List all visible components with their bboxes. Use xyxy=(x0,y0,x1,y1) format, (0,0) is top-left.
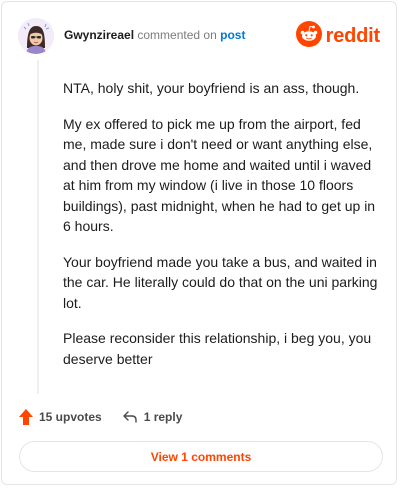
action-text: commented on xyxy=(137,28,217,42)
comment-paragraph: NTA, holy shit, your boyfriend is an ass… xyxy=(63,80,360,96)
comment-paragraph: Please reconsider this relationship, i b… xyxy=(63,330,372,367)
reddit-logo-icon xyxy=(295,20,322,52)
view-comments-button[interactable]: View 1 comments xyxy=(19,441,383,472)
upvote-count: 15 upvotes xyxy=(39,410,102,424)
comment-body: NTA, holy shit, your boyfriend is an ass… xyxy=(63,78,381,384)
avatar[interactable] xyxy=(18,18,54,54)
comment-paragraph: Your boyfriend made you take a bus, and … xyxy=(63,253,378,311)
reply-count: 1 reply xyxy=(143,410,183,424)
reply-button[interactable]: 1 reply xyxy=(122,410,183,424)
thread-line xyxy=(37,60,39,394)
reply-arrow-icon xyxy=(122,410,144,424)
comment-footer: 15 upvotes 1 reply xyxy=(18,406,182,428)
comment-paragraph: My ex offered to pick me up from the air… xyxy=(63,115,376,235)
comment-card: Gwynzireael commented on post reddit NTA… xyxy=(1,1,397,485)
upvote-button[interactable]: 15 upvotes xyxy=(18,408,102,426)
comment-meta: Gwynzireael commented on post xyxy=(64,28,245,42)
reddit-wordmark: reddit xyxy=(325,24,381,47)
reddit-logo[interactable]: reddit xyxy=(295,20,381,52)
post-link[interactable]: post xyxy=(220,28,245,42)
username[interactable]: Gwynzireael xyxy=(64,28,134,42)
comment-header: Gwynzireael commented on post reddit xyxy=(18,18,380,54)
upvote-arrow-icon xyxy=(18,408,39,426)
